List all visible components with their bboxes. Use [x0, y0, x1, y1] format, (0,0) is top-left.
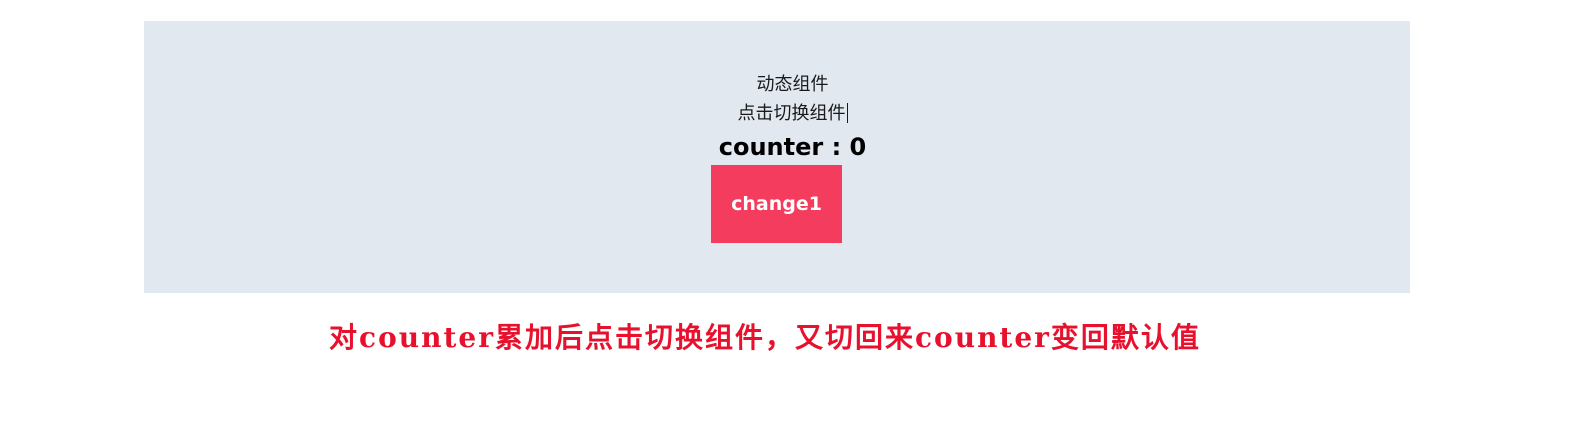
demo-title: 动态组件 — [756, 74, 829, 95]
change-component-button[interactable]: change1 — [711, 165, 842, 243]
text-caret — [846, 103, 848, 123]
annotation-caption: 对counter累加后点击切换组件，又切回来counter变回默认值 — [329, 321, 1201, 354]
counter-display: counter : 0 — [718, 133, 867, 161]
demo-subtitle-wrapper: 点击切换组件 — [0, 102, 1585, 126]
demo-subtitle: 点击切换组件 — [737, 103, 846, 124]
